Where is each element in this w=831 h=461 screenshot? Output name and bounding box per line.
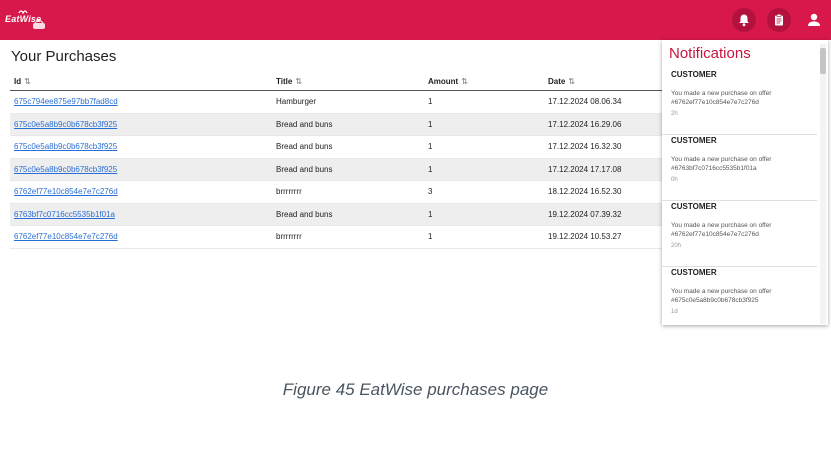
purchase-id-link[interactable]: 675c0e5a8b9c0b678cb3f925: [14, 165, 117, 174]
table-row: 675c0e5a8b9c0b678cb3f925 Bread and buns …: [10, 113, 662, 136]
column-label: Id: [14, 76, 22, 86]
purchases-table: Id ⇅ Title ⇅ Amount ⇅ Date ⇅ 675c794ee875e97…: [10, 72, 662, 249]
notification-time: 2h: [671, 111, 678, 117]
column-header-amount[interactable]: Amount ⇅: [424, 72, 544, 91]
purchase-title: Bread and buns: [272, 158, 424, 181]
notification-message: You made a new purchase on offer #675c0e…: [671, 288, 772, 304]
purchase-date: 17.12.2024 17.17.08: [544, 158, 662, 181]
sort-icon: ⇅: [295, 76, 303, 86]
notifications-title: Notifications: [669, 45, 751, 62]
clipboard-icon: [775, 13, 783, 26]
column-label: Amount: [428, 76, 459, 86]
notification-item[interactable]: CUSTOMER You made a new purchase on offe…: [662, 202, 817, 267]
table-row: 675c794ee875e97bb7fad8cd Hamburger 1 17.…: [10, 90, 662, 114]
column-label: Title: [276, 76, 293, 86]
notifications-button[interactable]: [732, 8, 756, 32]
purchase-date: 17.12.2024 16.29.06: [544, 113, 662, 136]
notification-message: You made a new purchase on offer #6762ef…: [671, 90, 772, 106]
figure-caption: Figure 45 EatWise purchases page: [282, 380, 549, 399]
eatwise-logo[interactable]: EatWise: [5, 7, 49, 33]
purchase-date: 19.12.2024 10.53.27: [544, 225, 662, 249]
table-row: 675c0e5a8b9c0b678cb3f925 Bread and buns …: [10, 158, 662, 181]
purchase-date: 18.12.2024 16.52.30: [544, 180, 662, 204]
table-row: 6762ef77e10c854e7e7c276d brrrrrrrr 1 19.…: [10, 225, 662, 249]
purchase-amount: 1: [424, 135, 544, 159]
notification-message: You made a new purchase on offer #6763bf…: [671, 156, 772, 172]
top-app-bar: EatWise: [0, 0, 831, 40]
orders-button[interactable]: [767, 8, 791, 32]
table-row: 6762ef77e10c854e7e7c276d brrrrrrrr 3 18.…: [10, 180, 662, 204]
purchase-title: Bread and buns: [272, 203, 424, 226]
purchase-date: 17.12.2024 16.32.30: [544, 135, 662, 159]
column-label: Date: [548, 76, 566, 86]
purchase-amount: 3: [424, 180, 544, 204]
purchase-amount: 1: [424, 203, 544, 226]
account-button[interactable]: [802, 8, 826, 32]
table-row: 6763bf7c0716cc5535b1f01a Bread and buns …: [10, 203, 662, 226]
notification-message: You made a new purchase on offer #6762ef…: [671, 222, 772, 238]
notification-heading: CUSTOMER: [671, 136, 717, 145]
notifications-panel: Notifications CUSTOMER You made a new pu…: [662, 40, 828, 325]
notification-time: 0h: [671, 177, 678, 183]
notification-heading: CUSTOMER: [671, 268, 717, 277]
purchase-title: Bread and buns: [272, 135, 424, 159]
page-title: Your Purchases: [11, 48, 117, 65]
column-header-id[interactable]: Id ⇅: [10, 72, 272, 91]
purchase-title: Bread and buns: [272, 113, 424, 136]
purchase-id-link[interactable]: 6763bf7c0716cc5535b1f01a: [14, 210, 115, 219]
purchase-id-link[interactable]: 6762ef77e10c854e7e7c276d: [14, 187, 118, 196]
purchase-date: 19.12.2024 07.39.32: [544, 203, 662, 226]
notification-item[interactable]: CUSTOMER You made a new purchase on offe…: [662, 70, 817, 135]
sort-icon: ⇅: [568, 76, 576, 86]
sort-icon: ⇅: [461, 76, 468, 86]
purchase-date: 17.12.2024 08.06.34: [544, 90, 662, 114]
notification-heading: CUSTOMER: [671, 70, 717, 79]
user-icon: [808, 13, 820, 26]
notification-item[interactable]: CUSTOMER You made a new purchase on offe…: [662, 136, 817, 201]
bell-icon: [739, 14, 749, 27]
logo-text: EatWise: [5, 14, 42, 24]
notifications-scrollbar[interactable]: [820, 44, 826, 324]
purchase-amount: 1: [424, 113, 544, 136]
purchase-amount: 1: [424, 225, 544, 249]
purchase-id-link[interactable]: 6762ef77e10c854e7e7c276d: [14, 232, 118, 241]
purchase-title: brrrrrrrr: [272, 225, 424, 249]
notification-time: 1d: [671, 309, 678, 315]
notification-time: 20h: [671, 243, 682, 249]
table-row: 675c0e5a8b9c0b678cb3f925 Bread and buns …: [10, 135, 662, 159]
sort-icon: ⇅: [24, 76, 31, 86]
purchase-amount: 1: [424, 158, 544, 181]
column-header-title[interactable]: Title ⇅: [272, 72, 424, 91]
purchase-amount: 1: [424, 90, 544, 114]
table-header-row: Id ⇅ Title ⇅ Amount ⇅ Date ⇅: [10, 72, 662, 91]
notifications-scroll-thumb[interactable]: [820, 48, 826, 74]
purchase-title: brrrrrrrr: [272, 180, 424, 204]
column-header-date[interactable]: Date ⇅: [544, 72, 662, 91]
purchase-title: Hamburger: [272, 90, 424, 114]
purchase-id-link[interactable]: 675c0e5a8b9c0b678cb3f925: [14, 142, 117, 151]
purchase-id-link[interactable]: 675c0e5a8b9c0b678cb3f925: [14, 120, 117, 129]
purchase-id-link[interactable]: 675c794ee875e97bb7fad8cd: [14, 97, 118, 106]
notification-item[interactable]: CUSTOMER You made a new purchase on offe…: [662, 268, 817, 325]
notification-heading: CUSTOMER: [671, 202, 717, 211]
